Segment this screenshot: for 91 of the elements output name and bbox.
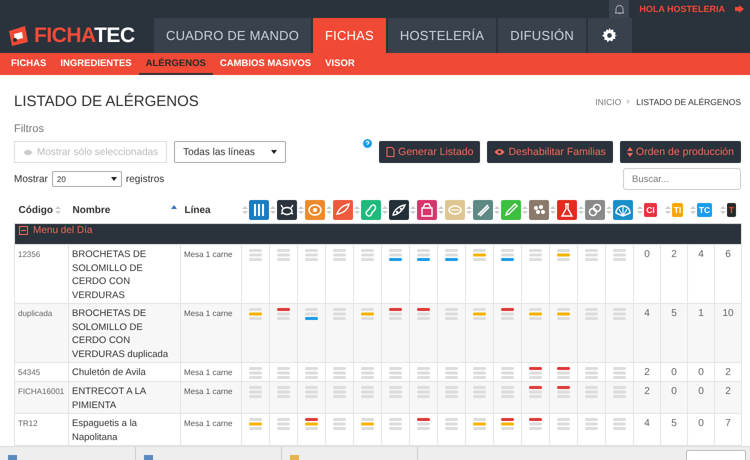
name-cell: ENTRECOT A LA PIMIENTA bbox=[72, 386, 146, 410]
collapse-icon[interactable] bbox=[19, 226, 28, 236]
total-cell: 2 bbox=[725, 386, 731, 397]
logo-text: FICHATEC bbox=[34, 24, 135, 48]
code-cell: 12356 bbox=[18, 250, 40, 259]
line-cell: Mesa 1 carne bbox=[184, 368, 232, 377]
bell-icon bbox=[614, 4, 624, 14]
action-button[interactable]: Orden de producción bbox=[620, 141, 741, 163]
document-icon bbox=[386, 147, 396, 157]
total-cell: 0 bbox=[644, 249, 650, 260]
caret-icon bbox=[271, 150, 278, 154]
subnav-tab[interactable]: VISOR bbox=[318, 53, 362, 75]
total-cell: 7 bbox=[725, 418, 731, 429]
page-size-select[interactable]: 20 bbox=[52, 171, 122, 187]
search-field[interactable]: Buscar... bbox=[623, 168, 741, 190]
code-cell: TR12 bbox=[18, 419, 38, 428]
total-cell: 2 bbox=[644, 386, 650, 397]
breadcrumb-item[interactable]: INICIO bbox=[595, 96, 622, 106]
total-cell: 5 bbox=[671, 418, 677, 429]
line-cell: Mesa 1 carne bbox=[184, 419, 232, 428]
line-cell: Mesa 1 carne bbox=[184, 309, 232, 318]
total-label[interactable]: TC bbox=[696, 203, 712, 217]
code-cell: 54345 bbox=[18, 368, 40, 377]
notifications-button[interactable] bbox=[609, 0, 630, 18]
flask-icon[interactable] bbox=[557, 200, 577, 220]
nav-tab[interactable]: HOSTELERÍA bbox=[388, 18, 496, 53]
name-cell: BROCHETAS DE SOLOMILLO DE CERDO CON VERDURAS duplicada bbox=[72, 308, 168, 360]
nav-tab[interactable]: DIFUSIÓN bbox=[498, 18, 586, 53]
total-cell: 1 bbox=[698, 308, 704, 319]
subnav-tab[interactable]: INGREDIENTES bbox=[53, 53, 139, 75]
filters-label: Filtros bbox=[14, 123, 45, 135]
total-cell: 4 bbox=[644, 418, 650, 429]
separator-icon bbox=[627, 99, 630, 104]
peanut-icon[interactable] bbox=[361, 200, 381, 220]
sort-icon bbox=[626, 147, 633, 157]
name-cell: Espaguetis a la Napolitana bbox=[72, 418, 137, 442]
show-label: Mostrar bbox=[14, 174, 48, 184]
nav-tab[interactable]: CUADRO DE MANDO bbox=[154, 18, 312, 53]
total-cell: 0 bbox=[671, 386, 677, 397]
eye-icon bbox=[494, 148, 506, 156]
shell-icon[interactable] bbox=[613, 200, 633, 220]
records-label: registros bbox=[126, 174, 164, 184]
total-cell: 4 bbox=[644, 308, 650, 319]
action-button[interactable]: Generar Listado bbox=[379, 141, 480, 163]
column-header[interactable]: Nombre bbox=[72, 204, 110, 216]
total-cell: 10 bbox=[722, 308, 734, 319]
carton-icon[interactable] bbox=[417, 200, 437, 220]
breadcrumb-item: LISTADO DE ALÉRGENOS bbox=[636, 96, 741, 106]
caret-icon bbox=[110, 177, 117, 181]
pod-icon[interactable] bbox=[389, 200, 409, 220]
logout-icon[interactable] bbox=[735, 5, 744, 13]
total-label[interactable]: CI bbox=[644, 203, 657, 217]
grains-icon[interactable] bbox=[529, 200, 549, 220]
total-cell: 0 bbox=[698, 418, 704, 429]
total-cell: 0 bbox=[671, 367, 677, 378]
name-cell: BROCHETAS DE SOLOMILLO DE CERDO CON VERDURAS bbox=[72, 249, 146, 300]
help-icon[interactable] bbox=[363, 139, 372, 148]
line-select[interactable]: Todas las líneas bbox=[174, 141, 286, 163]
column-header[interactable]: Código bbox=[18, 204, 53, 216]
settings-icon bbox=[602, 28, 618, 43]
egg-icon[interactable] bbox=[305, 200, 325, 220]
logo-icon bbox=[6, 24, 30, 46]
code-cell: duplicada bbox=[18, 309, 52, 318]
subnav-tab[interactable]: FICHAS bbox=[4, 53, 54, 75]
group-row[interactable]: Menu del Día bbox=[14, 224, 742, 244]
column-header[interactable]: Línea bbox=[184, 204, 211, 216]
line-cell: Mesa 1 carne bbox=[184, 250, 232, 259]
action-button[interactable]: Deshabilitar Familias bbox=[487, 141, 613, 163]
settings-tab[interactable] bbox=[588, 18, 632, 53]
subnav-tab[interactable]: ALÉRGENOS bbox=[138, 53, 213, 75]
group-label: Menu del Día bbox=[33, 224, 92, 238]
line-cell: Mesa 1 carne bbox=[184, 387, 232, 396]
total-cell: 2 bbox=[671, 249, 677, 260]
total-cell: 0 bbox=[698, 367, 704, 378]
subnav-tab[interactable]: CAMBIOS MASIVOS bbox=[212, 53, 318, 75]
total-cell: 0 bbox=[698, 386, 704, 397]
nav-tab[interactable]: FICHAS bbox=[313, 18, 386, 53]
eye-icon bbox=[23, 148, 33, 156]
stick-icon[interactable] bbox=[473, 200, 493, 220]
total-label[interactable]: T bbox=[726, 203, 736, 217]
rings-icon[interactable] bbox=[585, 200, 605, 220]
total-cell: 5 bbox=[671, 308, 677, 319]
page-title: LISTADO DE ALÉRGENOS bbox=[14, 93, 199, 110]
name-cell: Chuletón de Avila bbox=[72, 367, 146, 378]
total-cell: 6 bbox=[725, 249, 731, 260]
total-cell: 2 bbox=[725, 367, 731, 378]
nut-icon[interactable] bbox=[445, 200, 465, 220]
total-cell: 4 bbox=[698, 249, 704, 260]
total-cell: 2 bbox=[644, 367, 650, 378]
code-cell: FICHA16001 bbox=[18, 387, 64, 396]
user-greeting[interactable]: HOLA HOSTELERIA bbox=[639, 4, 725, 14]
